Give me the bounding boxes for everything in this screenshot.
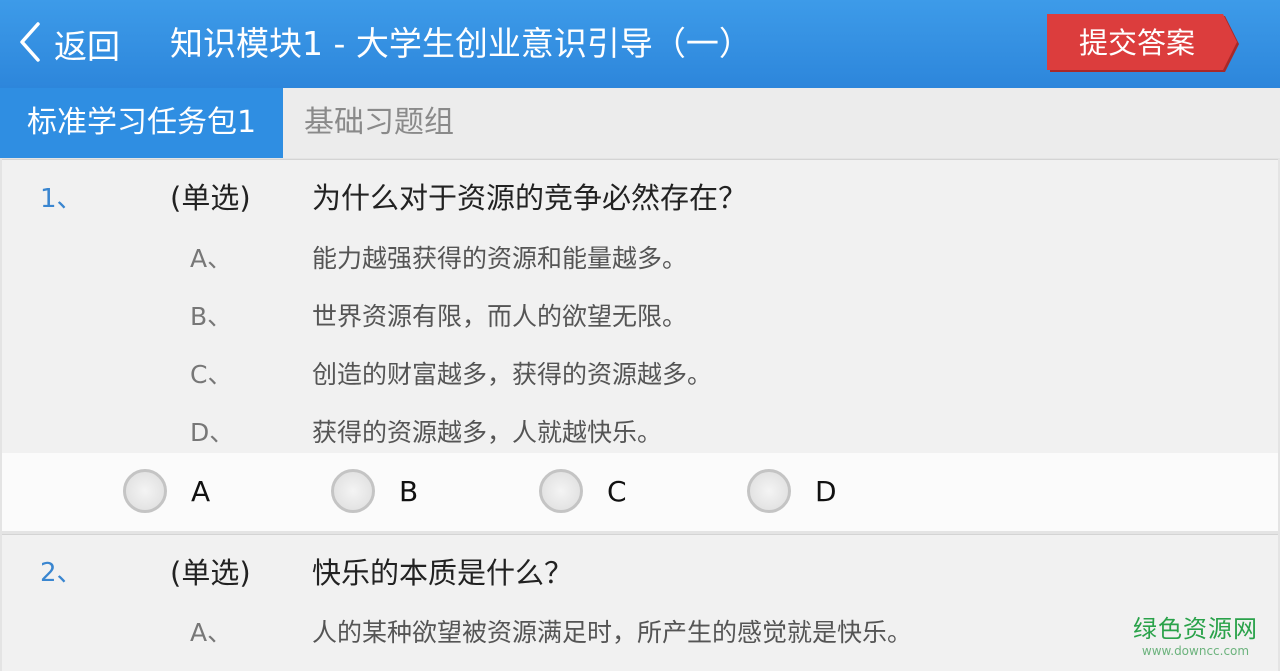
back-label: 返回 — [54, 27, 120, 66]
option-text: 世界资源有限，而人的欲望无限。 — [312, 302, 688, 331]
watermark-url: www.downcc.com — [1141, 644, 1250, 658]
option-text: 创造的财富越多，获得的资源越多。 — [312, 360, 713, 389]
option-letter: B、 — [190, 302, 233, 331]
option-letter: A、 — [190, 618, 233, 647]
question-card: 2、 (单选) 快乐的本质是什么？ A、 人的某种欲望被资源满足时，所产生的感觉… — [2, 534, 1278, 671]
submit-answers-label: 提交答案 — [1078, 26, 1195, 60]
question-number: 2、 — [40, 558, 83, 588]
watermark-title: 绿色资源网 — [1133, 615, 1258, 643]
tab-bar: 标准学习任务包1 基础习题组 — [0, 88, 1280, 158]
option-letter: D、 — [190, 418, 235, 447]
tab-basic-exercises[interactable]: 基础习题组 — [304, 88, 454, 158]
option-text: 能力越强获得的资源和能量越多。 — [312, 244, 688, 273]
radio-circle-icon — [123, 469, 167, 513]
answer-radio-a[interactable]: A — [123, 466, 210, 516]
question-card: 1、 (单选) 为什么对于资源的竞争必然存在？ A、 能力越强获得的资源和能量越… — [2, 159, 1278, 531]
page-title: 知识模块1 - 大学生创业意识引导（一） — [170, 24, 752, 63]
chevron-left-icon — [16, 20, 44, 68]
question-number: 1、 — [40, 184, 83, 214]
answer-label: C — [607, 474, 627, 508]
back-button[interactable]: 返回 — [16, 22, 120, 66]
tab-standard-task-pack[interactable]: 标准学习任务包1 — [0, 88, 283, 158]
submit-answers-button[interactable]: 提交答案 — [1047, 14, 1241, 74]
answer-radio-c[interactable]: C — [539, 466, 627, 516]
answer-radio-d[interactable]: D — [747, 466, 837, 516]
option-text: 获得的资源越多，人就越快乐。 — [312, 418, 663, 447]
option-letter: A、 — [190, 244, 233, 273]
answer-radio-b[interactable]: B — [331, 466, 418, 516]
radio-circle-icon — [331, 469, 375, 513]
radio-circle-icon — [539, 469, 583, 513]
answer-label: B — [399, 474, 419, 508]
app-header: 返回 知识模块1 - 大学生创业意识引导（一） 提交答案 — [0, 0, 1280, 88]
option-letter: C、 — [190, 360, 233, 389]
question-type: (单选) — [170, 556, 251, 590]
radio-circle-icon — [747, 469, 791, 513]
question-text: 快乐的本质是什么？ — [312, 556, 574, 590]
watermark: 绿色资源网 www.downcc.com — [1133, 609, 1258, 658]
answer-choices: A B C D — [2, 453, 1278, 531]
answer-label: D — [815, 474, 837, 508]
question-type: (单选) — [170, 181, 251, 215]
question-text: 为什么对于资源的竞争必然存在？ — [312, 181, 748, 215]
option-text: 人的某种欲望被资源满足时，所产生的感觉就是快乐。 — [312, 618, 913, 647]
answer-label: A — [191, 474, 211, 508]
